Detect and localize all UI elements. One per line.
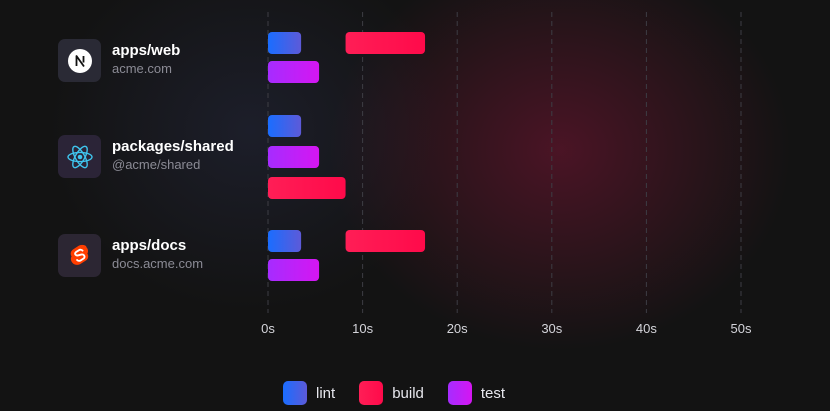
project-subtitle: @acme/shared bbox=[112, 157, 201, 172]
react-icon bbox=[58, 135, 101, 178]
build-bar-packages-shared bbox=[268, 177, 346, 199]
test-bar-apps-web bbox=[268, 61, 320, 83]
project-name: apps/docs bbox=[112, 237, 187, 254]
lint-bar-apps-docs bbox=[268, 230, 302, 252]
legend-label: test bbox=[480, 384, 506, 402]
build-bar-apps-docs bbox=[345, 230, 426, 252]
legend-swatch-lint bbox=[283, 381, 307, 405]
svelte-icon bbox=[58, 234, 101, 277]
x-tick-label: 50s bbox=[731, 321, 752, 336]
legend-label: build bbox=[392, 384, 424, 402]
project-subtitle: acme.com bbox=[112, 61, 172, 76]
lint-bar-packages-shared bbox=[268, 115, 302, 137]
x-tick-label: 30s bbox=[541, 321, 562, 336]
build-bar-apps-web bbox=[345, 32, 426, 54]
legend-swatch-test bbox=[447, 381, 472, 405]
chart-legend: lint build test bbox=[283, 380, 505, 406]
project-subtitle: docs.acme.com bbox=[112, 256, 204, 271]
x-tick-label: 40s bbox=[636, 321, 657, 336]
project-name: packages/shared bbox=[112, 138, 234, 155]
project-name: apps/web bbox=[112, 42, 181, 59]
lint-bar-apps-web bbox=[268, 32, 302, 54]
legend-item-test: test bbox=[447, 381, 506, 405]
nextjs-icon bbox=[58, 39, 101, 82]
test-bar-packages-shared bbox=[268, 146, 320, 168]
legend-swatch-build bbox=[359, 381, 384, 405]
project-row-packages-shared: packages/shared @acme/shared bbox=[58, 135, 258, 179]
legend-item-lint: lint bbox=[283, 381, 335, 405]
project-row-apps-web: apps/web acme.com bbox=[58, 39, 258, 83]
project-row-apps-docs: apps/docs docs.acme.com bbox=[58, 234, 258, 278]
legend-label: lint bbox=[316, 384, 336, 402]
x-tick-label: 10s bbox=[352, 321, 373, 336]
x-tick-label: 20s bbox=[447, 321, 468, 336]
x-tick-label: 0s bbox=[261, 321, 275, 336]
test-bar-apps-docs bbox=[268, 259, 320, 281]
legend-item-build: build bbox=[359, 381, 424, 405]
